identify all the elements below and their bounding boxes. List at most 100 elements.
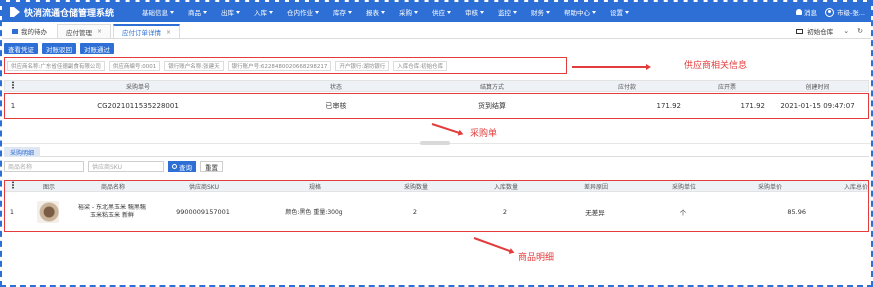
tab-purchase-detail[interactable]: 采购明细 (4, 147, 41, 157)
diff-reason: 无差异 (585, 208, 605, 217)
bank-account-number: 银行账户号:6228480020668298217 (227, 60, 332, 71)
warehouse-selector[interactable]: 初始仓库 ⌄ ↻ (796, 24, 871, 38)
menu-item-basic-info[interactable]: 基础信息 (142, 7, 174, 17)
purchase-order-row-box: 1 CG2021011535228001 已审核 货到结算 171.92 171… (4, 93, 869, 119)
col-settlement: 结算方式 (479, 83, 504, 91)
user-label[interactable]: 市级-张... (837, 7, 865, 17)
unit-price: 85.96 (787, 207, 806, 216)
query-button[interactable]: 查询 (168, 161, 196, 172)
row-index: 1 (10, 101, 16, 110)
supplier-code: 供应商编号:0001 (108, 60, 161, 71)
reset-button[interactable]: 重置 (200, 161, 223, 172)
search-icon (172, 164, 177, 169)
logo-icon (10, 7, 20, 17)
resize-handle[interactable] (420, 141, 450, 145)
home-icon (12, 28, 18, 34)
payable: 171.92 (656, 101, 682, 110)
purchase-order-table: 采购单号 状态 结算方式 应付款 应开票 创建时间 (4, 80, 869, 92)
menu-item-purchase[interactable]: 采购 (399, 7, 418, 17)
app-title: 快消流通仓储管理系统 (24, 8, 115, 19)
chevron-down-icon (625, 10, 629, 14)
menu-item-settings[interactable]: 设置 (610, 7, 629, 17)
chevron-down-icon (546, 10, 550, 14)
menu-item-warehouse-ops[interactable]: 仓内作业 (287, 7, 319, 17)
menu-item-products[interactable]: 商品 (188, 7, 207, 17)
spec: 颜色:黑色 重量:300g (285, 209, 343, 216)
menu-item-supply[interactable]: 供应 (432, 7, 451, 17)
supplier-sku: 9900009157001 (176, 207, 230, 216)
chevron-down-icon (170, 10, 174, 14)
menu-item-audit[interactable]: 审核 (465, 7, 484, 17)
table-header: 采购单号 状态 结算方式 应付款 应开票 创建时间 (4, 80, 869, 92)
menu-item-help[interactable]: 帮助中心 (564, 7, 596, 17)
chevron-down-icon (348, 10, 352, 14)
chevron-down-icon (414, 10, 418, 14)
purchase-qty: 2 (412, 207, 418, 216)
supplier-info-box: 供应商名称:广东省佳德副食有限公司 供应商编号:0001 银行账户名称:张建天 … (4, 57, 567, 74)
product-thumbnail[interactable] (37, 200, 59, 223)
close-icon[interactable]: × (166, 29, 171, 36)
detail-search-bar: 商品名称 供应商SKU 查询 重置 (4, 161, 223, 172)
table-row[interactable]: 1 CG2021011535228001 已审核 货到结算 171.92 171… (5, 94, 868, 117)
reject-account-button[interactable]: 对账驳回 (42, 43, 76, 54)
action-bar: 查看凭证 对账驳回 对账通过 (4, 43, 118, 54)
top-navbar: 快消流通仓储管理系统 基础信息 商品 出库 入库 仓内作业 库存 报表 采购 供… (2, 2, 871, 22)
warehouse-icon (796, 28, 804, 34)
close-icon[interactable]: × (97, 28, 102, 35)
bank-account-name: 银行账户名称:张建天 (164, 60, 224, 71)
invoice: 171.92 (740, 101, 766, 110)
view-voucher-button[interactable]: 查看凭证 (4, 43, 38, 54)
inbound-qty: 2 (502, 207, 508, 216)
table-row[interactable]: 1 裕梁 - 东北黑玉米 糯黑糯玉米粘玉米 新鲜 9900009157001 颜… (4, 193, 869, 230)
tab-payable-order-detail[interactable]: 应付订单详情 × (113, 24, 181, 38)
column-settings-icon[interactable] (5, 81, 21, 91)
annotation-arrow (431, 123, 461, 135)
menu-item-monitor[interactable]: 监控 (498, 7, 517, 17)
menu-item-inventory[interactable]: 库存 (333, 7, 352, 17)
tab-home[interactable]: 我的待办 (4, 24, 55, 38)
app-logo[interactable]: 快消流通仓储管理系统 (2, 6, 142, 19)
product-name: 裕梁 - 东北黑玉米 糯黑糯玉米粘玉米 新鲜 (78, 203, 146, 219)
annotation-product-detail: 商品明细 (518, 253, 555, 263)
order-no[interactable]: CG2021011535228001 (21, 102, 255, 110)
product-image-cell (20, 200, 76, 223)
chevron-down-icon (269, 10, 273, 14)
notifications-label[interactable]: 消息 (804, 7, 817, 17)
tab-payables[interactable]: 应付管理 × (57, 24, 112, 38)
annotation-arrow (572, 64, 651, 70)
product-name-input[interactable]: 商品名称 (4, 161, 84, 172)
chevron-down-icon (203, 10, 207, 14)
chevron-down-icon (513, 10, 517, 14)
menu-item-reports[interactable]: 报表 (366, 7, 385, 17)
col-payable: 应付款 (617, 83, 636, 91)
status: 已审核 (325, 101, 347, 110)
warehouse-label: 初始仓库 (807, 28, 834, 36)
menu-item-outbound[interactable]: 出库 (221, 7, 240, 17)
supplier-sku-input[interactable]: 供应商SKU (88, 161, 164, 172)
bell-icon[interactable] (795, 9, 802, 15)
settlement: 货到结算 (478, 101, 506, 110)
annotation-supplier-info: 供应商相关信息 (684, 61, 748, 71)
unit: 个 (679, 208, 687, 217)
detail-section-tab: 采购明细 (4, 147, 869, 157)
col-created-at: 创建时间 (805, 83, 830, 91)
chevron-down-icon (592, 10, 596, 14)
main-menu: 基础信息 商品 出库 入库 仓内作业 库存 报表 采购 供应 审核 监控 财务 … (142, 7, 796, 17)
chevron-down-icon[interactable]: ⌄ (843, 27, 849, 35)
approve-account-button[interactable]: 对账通过 (80, 43, 114, 54)
chevron-down-icon (447, 10, 451, 14)
chevron-down-icon (381, 10, 385, 14)
user-avatar-icon[interactable] (824, 7, 834, 17)
bank-name: 开户银行:湖坊银行 (335, 60, 390, 71)
col-invoice: 应开票 (717, 83, 736, 91)
col-status: 状态 (329, 83, 342, 91)
menu-item-inbound[interactable]: 入库 (254, 7, 273, 17)
created-at: 2021-01-15 09:47:07 (780, 101, 855, 110)
menu-item-finance[interactable]: 财务 (531, 7, 550, 17)
row-index: 1 (9, 207, 15, 216)
chevron-down-icon (236, 10, 240, 14)
refresh-icon[interactable]: ↻ (857, 27, 863, 35)
chevron-down-icon (315, 10, 319, 14)
tab-bar: 我的待办 应付管理 × 应付订单详情 × 初始仓库 ⌄ ↻ (2, 24, 871, 39)
top-right-tools: 消息 市级-张... (795, 7, 871, 17)
